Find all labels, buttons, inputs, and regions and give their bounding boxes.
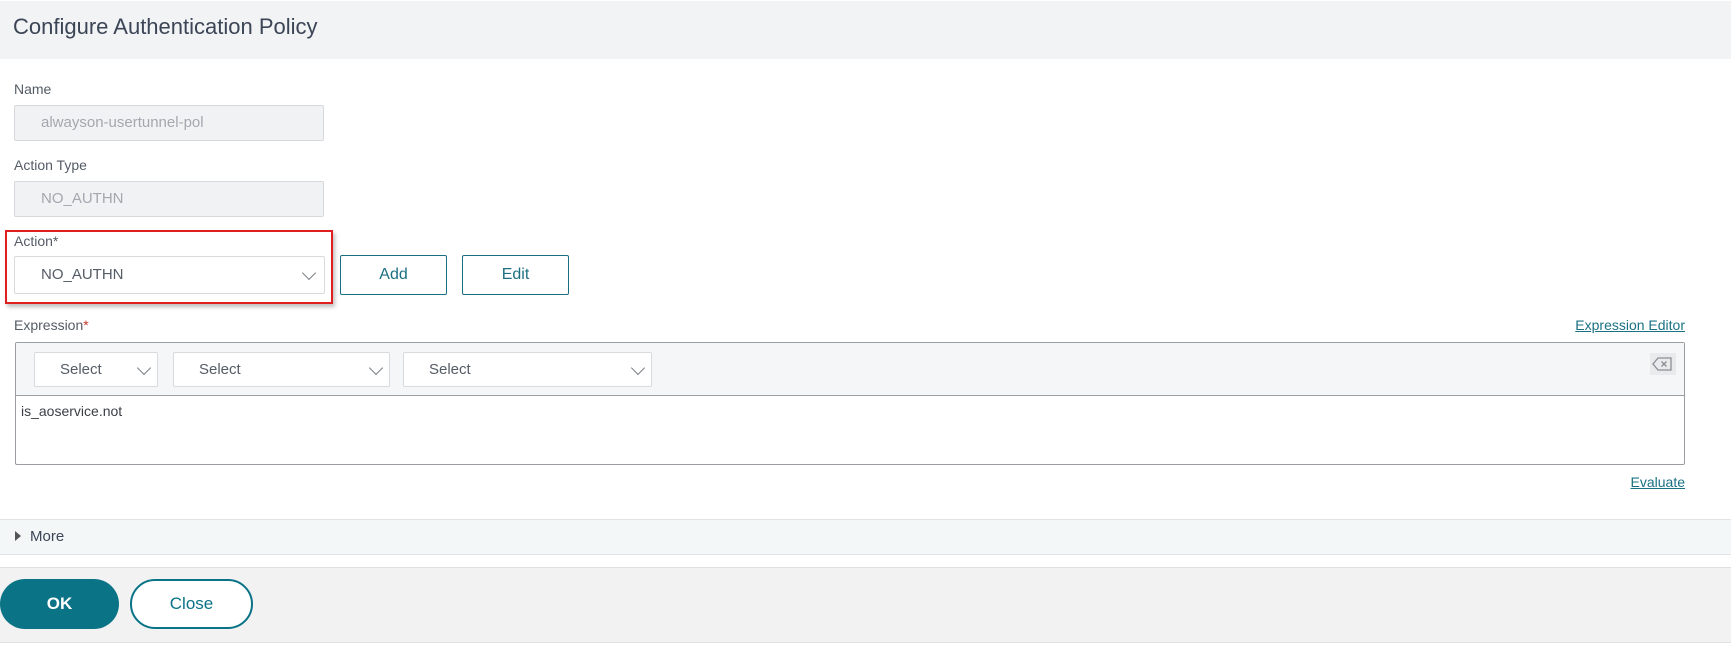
chevron-down-icon	[301, 265, 317, 281]
expression-input[interactable]: is_aoservice.not	[21, 403, 122, 419]
caret-right-icon	[15, 531, 21, 541]
required-mark: *	[83, 317, 89, 333]
edit-action-button[interactable]: Edit	[462, 255, 569, 295]
more-label: More	[30, 528, 65, 545]
action-type-label: Action Type	[14, 157, 87, 173]
name-field[interactable]: alwayson-usertunnel-pol	[14, 105, 324, 141]
action-type-field[interactable]: NO_AUTHN	[14, 181, 324, 217]
expression-editor-link[interactable]: Expression Editor	[1575, 317, 1685, 333]
close-button[interactable]: Close	[130, 579, 253, 629]
expression-select-3[interactable]: Select	[403, 352, 652, 387]
action-select[interactable]: NO_AUTHN	[14, 256, 325, 294]
required-mark: *	[52, 233, 59, 249]
chevron-down-icon	[136, 360, 152, 375]
select-value: Select	[60, 361, 102, 378]
backspace-clear-icon	[1652, 357, 1672, 371]
dialog-footer: OK Close	[0, 567, 1731, 643]
select-value: Select	[429, 361, 471, 378]
expression-toolbar: Select Select Select	[16, 343, 1684, 396]
add-action-button[interactable]: Add	[340, 255, 447, 295]
expression-label-text: Expression	[14, 317, 84, 333]
expression-select-2[interactable]: Select	[173, 352, 390, 387]
page-title: Configure Authentication Policy	[13, 14, 318, 39]
more-section-toggle[interactable]: More	[0, 519, 1731, 555]
action-select-value: NO_AUTHN	[41, 266, 124, 283]
expression-box: Select Select Select is_aoservice.not	[15, 342, 1685, 465]
action-label: Action*	[14, 233, 58, 249]
chevron-down-icon	[368, 360, 384, 375]
ok-button[interactable]: OK	[0, 579, 119, 629]
select-value: Select	[199, 361, 241, 378]
action-label-text: Action	[14, 233, 53, 249]
clear-expression-button[interactable]	[1650, 353, 1676, 375]
evaluate-link[interactable]: Evaluate	[1631, 474, 1685, 490]
name-label: Name	[14, 81, 52, 97]
dialog-header: Configure Authentication Policy	[0, 1, 1731, 59]
expression-label: Expression*	[14, 317, 89, 333]
expression-select-1[interactable]: Select	[34, 352, 158, 387]
chevron-down-icon	[630, 360, 646, 375]
